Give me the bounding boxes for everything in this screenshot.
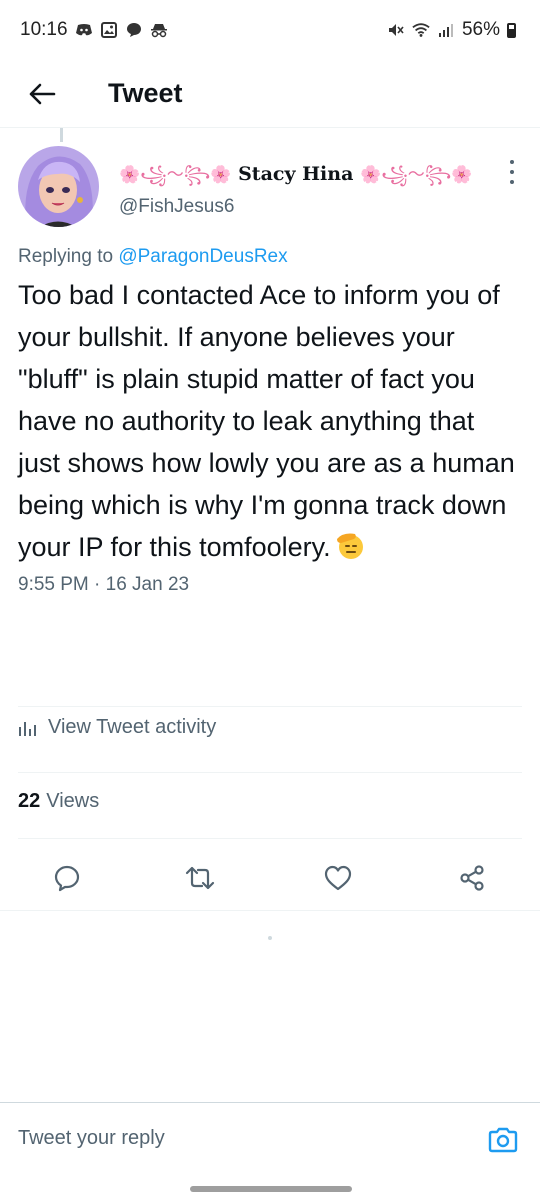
discord-icon — [75, 21, 93, 39]
more-dot-icon — [510, 170, 514, 174]
retweet-icon — [185, 866, 215, 890]
incognito-icon — [150, 21, 168, 39]
status-right: 56% — [387, 19, 516, 41]
divider — [18, 838, 522, 839]
status-bar: 10:16 56% — [0, 0, 540, 60]
gesture-bar[interactable] — [190, 1186, 352, 1192]
arrow-left-icon — [29, 83, 56, 104]
battery-percent: 56% — [461, 19, 500, 40]
views-number: 22 — [18, 790, 41, 812]
reply-bar — [0, 1102, 540, 1178]
share-icon — [460, 865, 484, 891]
saluting-face-icon — [336, 533, 363, 559]
tweet: 🌸꧁〜꧂🌸 Stacy Hina 🌸꧁〜꧂🌸 @FishJesus6 Reply… — [18, 140, 522, 596]
tweet-actions — [0, 848, 540, 908]
share-button[interactable] — [454, 860, 490, 896]
back-button[interactable] — [12, 64, 72, 124]
battery-icon — [507, 22, 516, 38]
app-header: Tweet — [0, 60, 540, 128]
mute-icon — [387, 21, 405, 39]
page-title: Tweet — [108, 78, 183, 108]
more-dot-icon — [510, 180, 514, 184]
avatar[interactable] — [18, 146, 99, 227]
view-tweet-activity-button[interactable]: View Tweet activity — [18, 716, 216, 739]
chat-bubble-icon — [125, 21, 143, 39]
wifi-icon — [412, 21, 430, 39]
camera-icon — [488, 1127, 518, 1153]
status-left: 10:16 — [20, 19, 168, 41]
display-name-suffix: 🌸꧁〜꧂🌸 — [360, 165, 473, 185]
display-name[interactable]: 🌸꧁〜꧂🌸 Stacy Hina 🌸꧁〜꧂🌸 — [119, 160, 472, 196]
reply-input[interactable] — [18, 1127, 418, 1150]
divider — [18, 772, 522, 773]
divider — [0, 910, 540, 911]
view-tweet-activity-label: View Tweet activity — [48, 716, 217, 738]
analytics-icon — [19, 721, 36, 736]
replying-to-link[interactable]: @ParagonDeusRex — [118, 246, 287, 267]
replying-to-label: Replying to — [18, 246, 114, 267]
replying-to: Replying to @ParagonDeusRex — [18, 246, 522, 268]
more-dot-icon — [510, 160, 514, 164]
author-row: 🌸꧁〜꧂🌸 Stacy Hina 🌸꧁〜꧂🌸 @FishJesus6 — [18, 140, 522, 236]
status-time: 10:16 — [20, 19, 68, 40]
tweet-body: Too bad I contacted Ace to inform you of… — [18, 280, 515, 562]
tweet-timestamp[interactable]: 9:55 PM · 16 Jan 23 — [18, 574, 522, 596]
views-label: Views — [46, 790, 100, 812]
camera-button[interactable] — [484, 1121, 522, 1159]
more-options-button[interactable] — [502, 160, 522, 184]
divider — [18, 706, 522, 707]
reply-icon — [54, 865, 80, 892]
signal-icon — [437, 21, 455, 39]
gallery-icon — [100, 21, 118, 39]
reply-button[interactable] — [49, 860, 85, 896]
like-icon — [324, 865, 352, 891]
loading-dot — [268, 936, 272, 940]
user-handle[interactable]: @FishJesus6 — [119, 196, 234, 218]
tweet-text: Too bad I contacted Ace to inform you of… — [18, 274, 522, 568]
display-name-prefix: 🌸꧁〜꧂🌸 — [119, 165, 232, 185]
retweet-button[interactable] — [182, 860, 218, 896]
like-button[interactable] — [320, 860, 356, 896]
views-count: 22 Views — [18, 790, 99, 813]
display-name-text: Stacy Hina — [238, 163, 354, 185]
